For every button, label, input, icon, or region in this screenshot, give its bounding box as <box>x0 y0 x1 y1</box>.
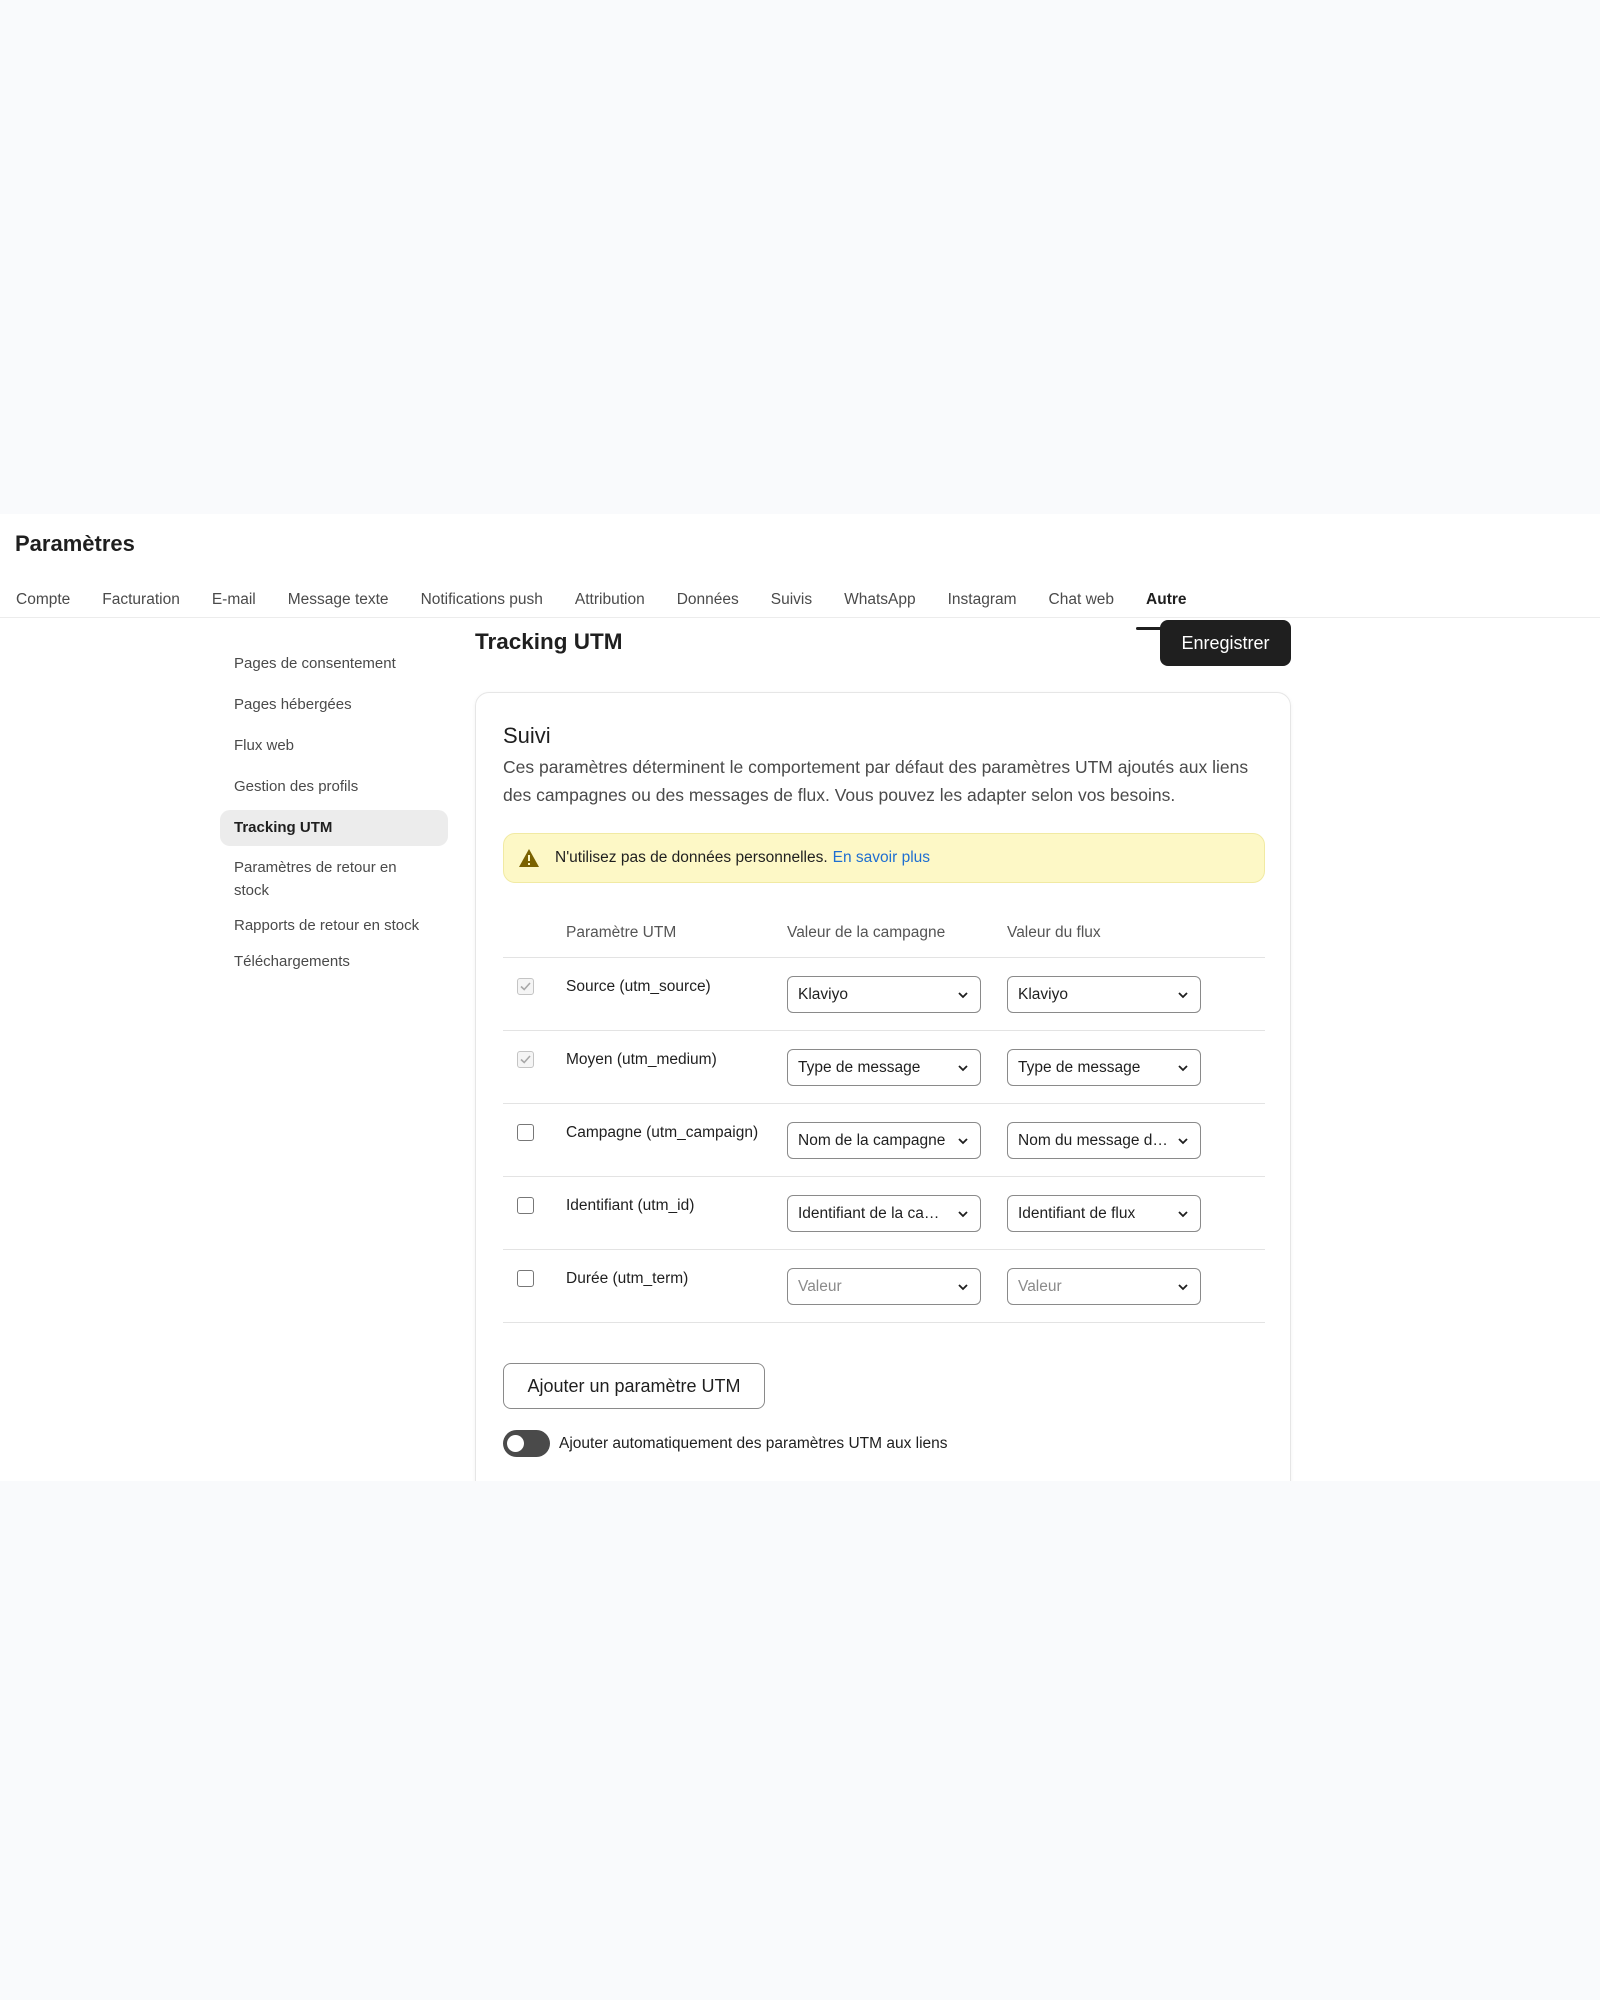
flow-value-select[interactable]: Nom du message de flux <box>1007 1122 1201 1159</box>
selected-value: Klaviyo <box>798 985 848 1003</box>
flow-value-select[interactable]: Identifiant de flux <box>1007 1195 1201 1232</box>
table-row: Moyen (utm_medium) Type de message Type … <box>503 1031 1265 1104</box>
table-row: Durée (utm_term) Valeur Valeur <box>503 1250 1265 1323</box>
warning-banner: N'utilisez pas de données personnelles. … <box>503 833 1265 883</box>
chevron-down-icon <box>956 1061 970 1075</box>
selected-value: Identifiant de flux <box>1018 1204 1136 1222</box>
chevron-down-icon <box>1176 1134 1190 1148</box>
auto-utm-toggle-label: Ajouter automatiquement des paramètres U… <box>559 1434 948 1452</box>
utm-campaign-checkbox[interactable] <box>517 1124 534 1141</box>
sidebar-item-gestion-des-profils[interactable]: Gestion des profils <box>220 769 448 805</box>
selected-value: Type de message <box>1018 1058 1141 1076</box>
table-header: Paramètre UTM Valeur de la campagne Vale… <box>503 911 1265 958</box>
tab-email[interactable]: E-mail <box>196 570 272 630</box>
settings-app: Paramètres Compte Facturation E-mail Mes… <box>0 514 1600 1481</box>
save-button[interactable]: Enregistrer <box>1160 620 1291 666</box>
selected-value: Nom du message de flux <box>1018 1131 1176 1149</box>
chevron-down-icon <box>1176 1061 1190 1075</box>
header-valeur-campagne: Valeur de la campagne <box>787 924 946 941</box>
param-name: Moyen (utm_medium) <box>566 1051 717 1068</box>
flow-value-select[interactable]: Valeur <box>1007 1268 1201 1305</box>
utm-id-checkbox[interactable] <box>517 1197 534 1214</box>
settings-tabs: Compte Facturation E-mail Message texte … <box>0 570 1203 630</box>
selected-value: Type de message <box>798 1058 921 1076</box>
tab-message-texte[interactable]: Message texte <box>272 570 405 630</box>
sidebar-item-flux-web[interactable]: Flux web <box>220 728 448 764</box>
campaign-value-select[interactable]: Type de message <box>787 1049 981 1086</box>
section-title: Tracking UTM <box>475 629 623 654</box>
tabs-divider <box>0 617 1600 618</box>
tab-donnees[interactable]: Données <box>661 570 755 630</box>
table-row: Identifiant (utm_id) Identifiant de la c… <box>503 1177 1265 1250</box>
tab-notifications-push[interactable]: Notifications push <box>405 570 559 630</box>
utm-medium-checkbox[interactable] <box>517 1051 534 1068</box>
selected-value: Klaviyo <box>1018 985 1068 1003</box>
card-title: Suivi <box>503 723 551 748</box>
header-parametre-utm: Paramètre UTM <box>566 924 677 941</box>
chevron-down-icon <box>956 988 970 1002</box>
utm-term-checkbox[interactable] <box>517 1270 534 1287</box>
tab-instagram[interactable]: Instagram <box>932 570 1033 630</box>
sidebar-nav: Pages de consentement Pages hébergées Fl… <box>220 646 448 985</box>
chevron-down-icon <box>1176 1280 1190 1294</box>
campaign-value-select[interactable]: Valeur <box>787 1268 981 1305</box>
tab-chat-web[interactable]: Chat web <box>1033 570 1130 630</box>
campaign-value-select[interactable]: Klaviyo <box>787 976 981 1013</box>
sidebar-item-pages-hebergees[interactable]: Pages hébergées <box>220 687 448 723</box>
sidebar-item-pages-de-consentement[interactable]: Pages de consentement <box>220 646 448 682</box>
table-row: Source (utm_source) Klaviyo Klaviyo <box>503 958 1265 1031</box>
sidebar-item-tracking-utm[interactable]: Tracking UTM <box>220 810 448 846</box>
utm-source-checkbox[interactable] <box>517 978 534 995</box>
flow-value-select[interactable]: Type de message <box>1007 1049 1201 1086</box>
card-description: Ces paramètres déterminent le comporteme… <box>503 757 1249 805</box>
add-utm-parameter-button[interactable]: Ajouter un paramètre UTM <box>503 1363 765 1409</box>
campaign-value-select[interactable]: Nom de la campagne <box>787 1122 981 1159</box>
chevron-down-icon <box>956 1207 970 1221</box>
chevron-down-icon <box>1176 988 1190 1002</box>
warning-text: N'utilisez pas de données personnelles. <box>555 849 828 866</box>
tab-facturation[interactable]: Facturation <box>86 570 196 630</box>
tab-compte[interactable]: Compte <box>0 570 86 630</box>
selected-value: Identifiant de la campagne <box>798 1204 956 1222</box>
warning-icon <box>518 848 540 868</box>
tracking-card: Suivi Ces paramètres déterminent le comp… <box>475 692 1291 1481</box>
selected-value: Valeur <box>1018 1277 1062 1295</box>
param-name: Durée (utm_term) <box>566 1270 689 1287</box>
param-name: Campagne (utm_campaign) <box>566 1124 759 1141</box>
param-name: Identifiant (utm_id) <box>566 1197 695 1214</box>
toggle-knob <box>507 1435 524 1452</box>
flow-value-select[interactable]: Klaviyo <box>1007 976 1201 1013</box>
sidebar-item-rapports-retour-stock[interactable]: Rapports de retour en stock <box>220 909 448 942</box>
header-valeur-flux: Valeur du flux <box>1007 924 1101 941</box>
auto-utm-toggle-row: Ajouter automatiquement des paramètres U… <box>503 1430 948 1457</box>
tab-attribution[interactable]: Attribution <box>559 570 661 630</box>
chevron-down-icon <box>1176 1207 1190 1221</box>
utm-table: Paramètre UTM Valeur de la campagne Vale… <box>503 911 1265 1323</box>
page-title: Paramètres <box>15 531 135 556</box>
sidebar-item-telechargements[interactable]: Téléchargements <box>220 944 448 980</box>
chevron-down-icon <box>956 1134 970 1148</box>
learn-more-link[interactable]: En savoir plus <box>833 849 930 867</box>
tab-suivis[interactable]: Suivis <box>755 570 828 630</box>
chevron-down-icon <box>956 1280 970 1294</box>
tab-whatsapp[interactable]: WhatsApp <box>828 570 932 630</box>
selected-value: Valeur <box>798 1277 842 1295</box>
selected-value: Nom de la campagne <box>798 1131 946 1149</box>
sidebar-item-parametres-retour-stock[interactable]: Paramètres de retour en stock <box>220 851 448 907</box>
campaign-value-select[interactable]: Identifiant de la campagne <box>787 1195 981 1232</box>
table-row: Campagne (utm_campaign) Nom de la campag… <box>503 1104 1265 1177</box>
auto-utm-toggle[interactable] <box>503 1430 550 1457</box>
param-name: Source (utm_source) <box>566 978 711 995</box>
